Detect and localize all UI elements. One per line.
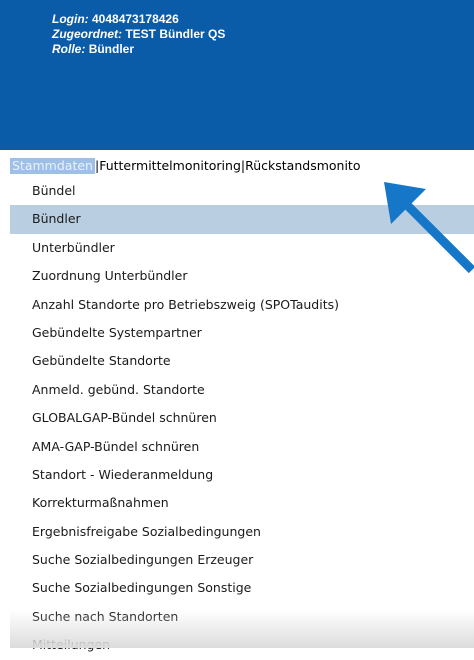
menu-item-suche-sozial-erzeuger[interactable]: Suche Sozialbedingungen Erzeuger — [10, 546, 474, 574]
assigned-value: TEST Bündler QS — [125, 27, 226, 41]
tab-stammdaten[interactable]: Stammdaten — [10, 158, 95, 174]
role-value: Bündler — [88, 42, 135, 56]
user-info-panel: Login: 4048473178426 Zugeordnet: TEST Bü… — [0, 0, 474, 150]
main-tab-bar: Stammdaten |Futtermittelmonitoring|Rückst… — [10, 158, 360, 178]
menu-item-suche-standorten[interactable]: Suche nach Standorten — [10, 603, 474, 631]
menu-item-ergebnisfreigabe-sozial[interactable]: Ergebnisfreigabe Sozialbedingungen — [10, 518, 474, 546]
login-value: 4048473178426 — [92, 12, 179, 26]
menu-item-gebuendelte-systempartner[interactable]: Gebündelte Systempartner — [10, 319, 474, 347]
pointer-arrow-icon — [384, 182, 474, 274]
role-row: Rolle: Bündler — [52, 42, 474, 57]
assigned-row: Zugeordnet: TEST Bündler QS — [52, 27, 474, 42]
menu-item-globalgap-buendel[interactable]: GLOBALGAP-Bündel schnüren — [10, 404, 474, 432]
menu-item-ama-gap-buendel[interactable]: AMA-GAP-Bündel schnüren — [10, 433, 474, 461]
menu-item-korrekturmassnahmen[interactable]: Korrekturmaßnahmen — [10, 489, 474, 517]
tab-rueckstandsmonitoring[interactable]: Rückstandsmonito — [245, 158, 360, 174]
role-label: Rolle: — [52, 42, 86, 56]
login-row: Login: 4048473178426 — [52, 12, 474, 27]
menu-item-gebuendelte-standorte[interactable]: Gebündelte Standorte — [10, 347, 474, 375]
menu-item-anzahl-standorte[interactable]: Anzahl Standorte pro Betriebszweig (SPOT… — [10, 291, 474, 319]
menu-item-anmeld-gebuend-standorte[interactable]: Anmeld. gebünd. Standorte — [10, 376, 474, 404]
login-label: Login: — [52, 12, 89, 26]
assigned-label: Zugeordnet: — [52, 27, 122, 41]
menu-item-suche-sozial-sonstige[interactable]: Suche Sozialbedingungen Sonstige — [10, 574, 474, 602]
menu-item-standort-wiederanmeldung[interactable]: Standort - Wiederanmeldung — [10, 461, 474, 489]
menu-item-mitteilungen[interactable]: Mitteilungen — [10, 631, 474, 659]
tab-futtermittelmonitoring[interactable]: Futtermittelmonitoring — [99, 158, 241, 174]
